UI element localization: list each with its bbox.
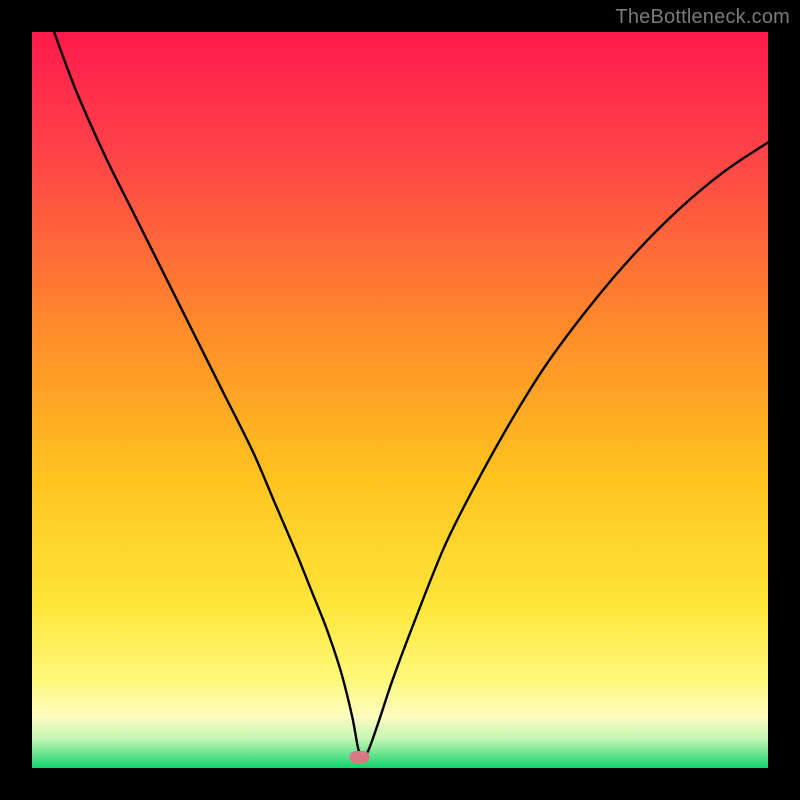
watermark-text: TheBottleneck.com <box>615 6 790 29</box>
plot-area <box>32 32 768 768</box>
plot-svg <box>32 32 768 768</box>
chart-frame: TheBottleneck.com <box>0 0 800 800</box>
optimal-marker <box>350 751 370 763</box>
